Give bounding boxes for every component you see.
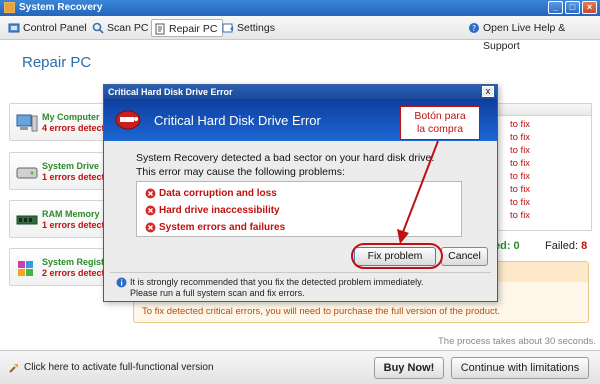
card-errors: 4 errors detect: [42, 123, 105, 133]
error-icon: [145, 222, 156, 233]
tab-label: Control Panel: [23, 22, 87, 34]
tab-control-panel[interactable]: Control Panel: [6, 19, 92, 37]
card-errors: 2 errors detecte: [42, 268, 110, 278]
tools-icon: [9, 364, 18, 373]
dialog-note: It is strongly recommended that you fix …: [130, 277, 424, 287]
page-title: Repair PC: [22, 54, 92, 71]
close-button[interactable]: ×: [582, 1, 597, 14]
dialog-message: System Recovery detected a bad sector on…: [136, 152, 435, 164]
warning-box-header: [493, 262, 588, 282]
bottom-bar: Click here to activate full-functional v…: [0, 350, 600, 384]
repair-icon: [155, 23, 165, 35]
process-time-note: The process takes about 30 seconds.: [438, 336, 596, 347]
computer-icon: [16, 114, 38, 132]
window-title: System Recovery: [19, 2, 103, 13]
help-label: Open Live Help & Support: [483, 22, 566, 52]
status-card-my-computer[interactable]: My Computer 4 errors detect: [9, 103, 109, 141]
dialog-title: Critical Hard Disk Drive Error: [104, 85, 497, 99]
continue-with-limitations-button[interactable]: Continue with limitations: [451, 357, 589, 379]
activate-link[interactable]: Click here to activate full-functional v…: [8, 362, 214, 373]
tab-settings[interactable]: Settings: [220, 19, 280, 37]
results-list: to fix to fix to fix to fix to fix to fi…: [497, 103, 592, 231]
help-icon: ?: [469, 23, 479, 33]
annotation-highlight-ring: [351, 243, 443, 269]
card-name: System Registr: [42, 257, 108, 267]
failed-label: Failed:: [545, 240, 579, 252]
tab-label: Scan PC: [107, 22, 149, 34]
app-icon: [4, 2, 15, 13]
maximize-button[interactable]: □: [565, 1, 580, 14]
list-item: Hard drive inaccessibility: [145, 205, 280, 216]
divider: [110, 272, 491, 273]
results-header: [498, 104, 591, 116]
list-item: to fix: [510, 132, 531, 143]
purchase-message: To fix detected critical errors, you wil…: [142, 306, 501, 317]
failed-count: Failed: 8: [545, 240, 587, 252]
card-errors: 1 errors detecte: [42, 172, 110, 182]
toolbar: Control Panel Scan PC Repair PC Settings…: [0, 16, 600, 52]
status-card-system-registry[interactable]: System Registr 2 errors detecte: [9, 248, 110, 286]
tab-label: Settings: [237, 22, 275, 34]
list-item: to fix: [510, 119, 531, 130]
dialog-header-title: Critical Hard Disk Drive Error: [154, 113, 321, 128]
dialog-note: Please run a full system scan and fix er…: [130, 288, 305, 298]
failed-value: 8: [581, 240, 588, 252]
dialog-message: This error may cause the following probl…: [136, 166, 345, 178]
memory-icon: [16, 215, 38, 225]
settings-icon: [222, 23, 233, 33]
card-name: System Drive: [42, 161, 100, 171]
error-icon: [145, 188, 156, 199]
status-card-ram-memory[interactable]: RAM Memory 1 errors detecte: [9, 200, 110, 238]
problem-label: Data corruption and loss: [159, 188, 277, 199]
list-item: System errors and failures: [145, 222, 285, 233]
status-card-system-drive[interactable]: System Drive 1 errors detecte: [9, 152, 110, 190]
list-item: to fix: [510, 158, 531, 169]
info-icon: [116, 277, 127, 288]
list-item: Data corruption and loss: [145, 188, 277, 199]
activate-label: Click here to activate full-functional v…: [24, 362, 214, 373]
tab-label: Repair PC: [169, 23, 218, 35]
problem-label: Hard drive inaccessibility: [159, 205, 280, 216]
drive-icon: [16, 167, 38, 179]
card-name: My Computer: [42, 112, 100, 122]
card-name: RAM Memory: [42, 209, 100, 219]
scan-icon: [92, 22, 104, 34]
list-item: to fix: [510, 210, 531, 221]
svg-text:?: ?: [472, 24, 476, 33]
card-errors: 1 errors detecte: [42, 220, 110, 230]
problem-label: System errors and failures: [159, 222, 286, 233]
error-icon: [145, 205, 156, 216]
callout-line: Botón para: [414, 110, 466, 122]
list-item: to fix: [510, 145, 531, 156]
list-item: to fix: [510, 171, 531, 182]
disk-error-icon: [115, 110, 141, 130]
title-bar: System Recovery _ □ ×: [0, 0, 600, 16]
control-panel-icon: [8, 23, 20, 33]
annotation-callout: Botón para la compra: [400, 106, 480, 140]
dialog-close-button[interactable]: x: [482, 86, 494, 97]
list-item: to fix: [510, 197, 531, 208]
buy-now-button[interactable]: Buy Now!: [374, 357, 444, 379]
tab-repair-pc[interactable]: Repair PC: [151, 19, 224, 37]
minimize-button[interactable]: _: [548, 1, 563, 14]
registry-icon: [18, 261, 33, 276]
list-item: to fix: [510, 184, 531, 195]
tab-scan-pc[interactable]: Scan PC: [90, 19, 153, 37]
live-help-link[interactable]: ? Open Live Help & Support: [466, 19, 600, 52]
cancel-button[interactable]: Cancel: [441, 247, 488, 266]
problems-list: Data corruption and loss Hard drive inac…: [136, 181, 462, 237]
callout-line: la compra: [416, 123, 464, 135]
